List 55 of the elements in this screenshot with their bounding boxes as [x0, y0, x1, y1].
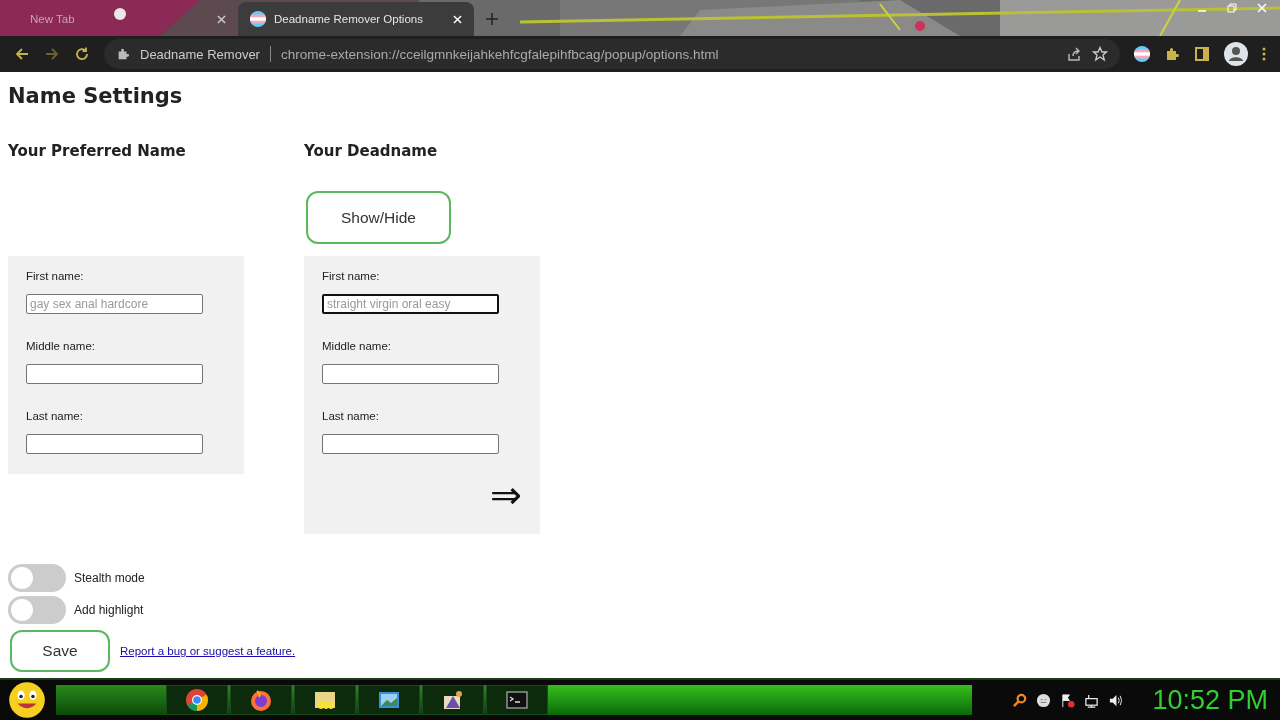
- toggle-switch[interactable]: [8, 564, 66, 592]
- save-button[interactable]: Save: [10, 630, 110, 672]
- face-icon[interactable]: [1036, 692, 1052, 708]
- tab-title: New Tab: [30, 13, 75, 25]
- new-tab-icon[interactable]: [486, 13, 498, 25]
- flag-icon[interactable]: [1134, 46, 1150, 62]
- folder-app-icon[interactable]: [294, 685, 356, 715]
- show-hide-button[interactable]: Show/Hide: [306, 191, 451, 244]
- input-field[interactable]: gay sex anal hardcore: [26, 294, 203, 314]
- search-icon[interactable]: [1012, 692, 1028, 708]
- section-heading: Your Deadname: [304, 142, 439, 160]
- page-title: Name Settings: [8, 84, 184, 108]
- forward-icon[interactable]: [44, 46, 60, 62]
- terminal-app-icon[interactable]: [486, 685, 548, 715]
- section-heading: Your Preferred Name: [8, 142, 187, 160]
- close-icon[interactable]: [217, 14, 226, 24]
- browser-app-icon[interactable]: [230, 685, 292, 715]
- input-field[interactable]: [322, 434, 499, 454]
- star-icon[interactable]: [1092, 46, 1108, 62]
- input-field[interactable]: [322, 364, 499, 384]
- network-icon[interactable]: [1084, 692, 1100, 708]
- image-viewer-app-icon[interactable]: [358, 685, 420, 715]
- input-field[interactable]: [26, 364, 203, 384]
- clock: 10:52 PM: [1152, 684, 1268, 716]
- field-label: Middle name:: [26, 340, 97, 352]
- field-label: First name:: [322, 270, 381, 282]
- input-field[interactable]: straight virgin oral easy: [322, 294, 499, 314]
- address-bar[interactable]: Deadname Remover chrome-extension://cceilgmnkeijahkehfcgfalepihfbcag/popup/options.html: [104, 39, 1120, 69]
- url-text: chrome-extension://cceilgmnkeijahkehfcgfalepihfbcag/popup/options.html: [280, 46, 719, 62]
- arrow-glyph[interactable]: ⇒: [490, 476, 522, 514]
- flag-icon: [250, 11, 266, 27]
- toggle-switch[interactable]: [8, 596, 66, 624]
- installer-app-icon[interactable]: [422, 685, 484, 715]
- switch-label: Stealth mode: [74, 571, 145, 585]
- side-panel-icon[interactable]: [1194, 46, 1210, 62]
- site-name: Deadname Remover: [140, 46, 260, 62]
- field-label: Last name:: [322, 410, 380, 422]
- tab-title: Deadname Remover Options: [274, 13, 423, 25]
- puzzle-icon[interactable]: [1164, 46, 1180, 62]
- field-label: First name:: [26, 270, 85, 282]
- smiley-icon[interactable]: [8, 681, 46, 719]
- menu-icon[interactable]: [1262, 46, 1266, 62]
- flag-alert-icon[interactable]: [1060, 692, 1076, 708]
- switch-label: Add highlight: [74, 603, 144, 617]
- browser-app-icon[interactable]: [166, 685, 228, 715]
- browser-tab[interactable]: Deadname Remover Options: [238, 2, 474, 36]
- report-link[interactable]: Report a bug or suggest a feature.: [120, 645, 296, 657]
- puzzle-icon: [116, 47, 130, 61]
- profile-icon[interactable]: [1224, 42, 1248, 66]
- field-label: Last name:: [26, 410, 84, 422]
- reload-icon[interactable]: [74, 46, 90, 62]
- share-icon[interactable]: [1066, 46, 1082, 62]
- back-icon[interactable]: [14, 46, 30, 62]
- input-field[interactable]: [26, 434, 203, 454]
- field-label: Middle name:: [322, 340, 393, 352]
